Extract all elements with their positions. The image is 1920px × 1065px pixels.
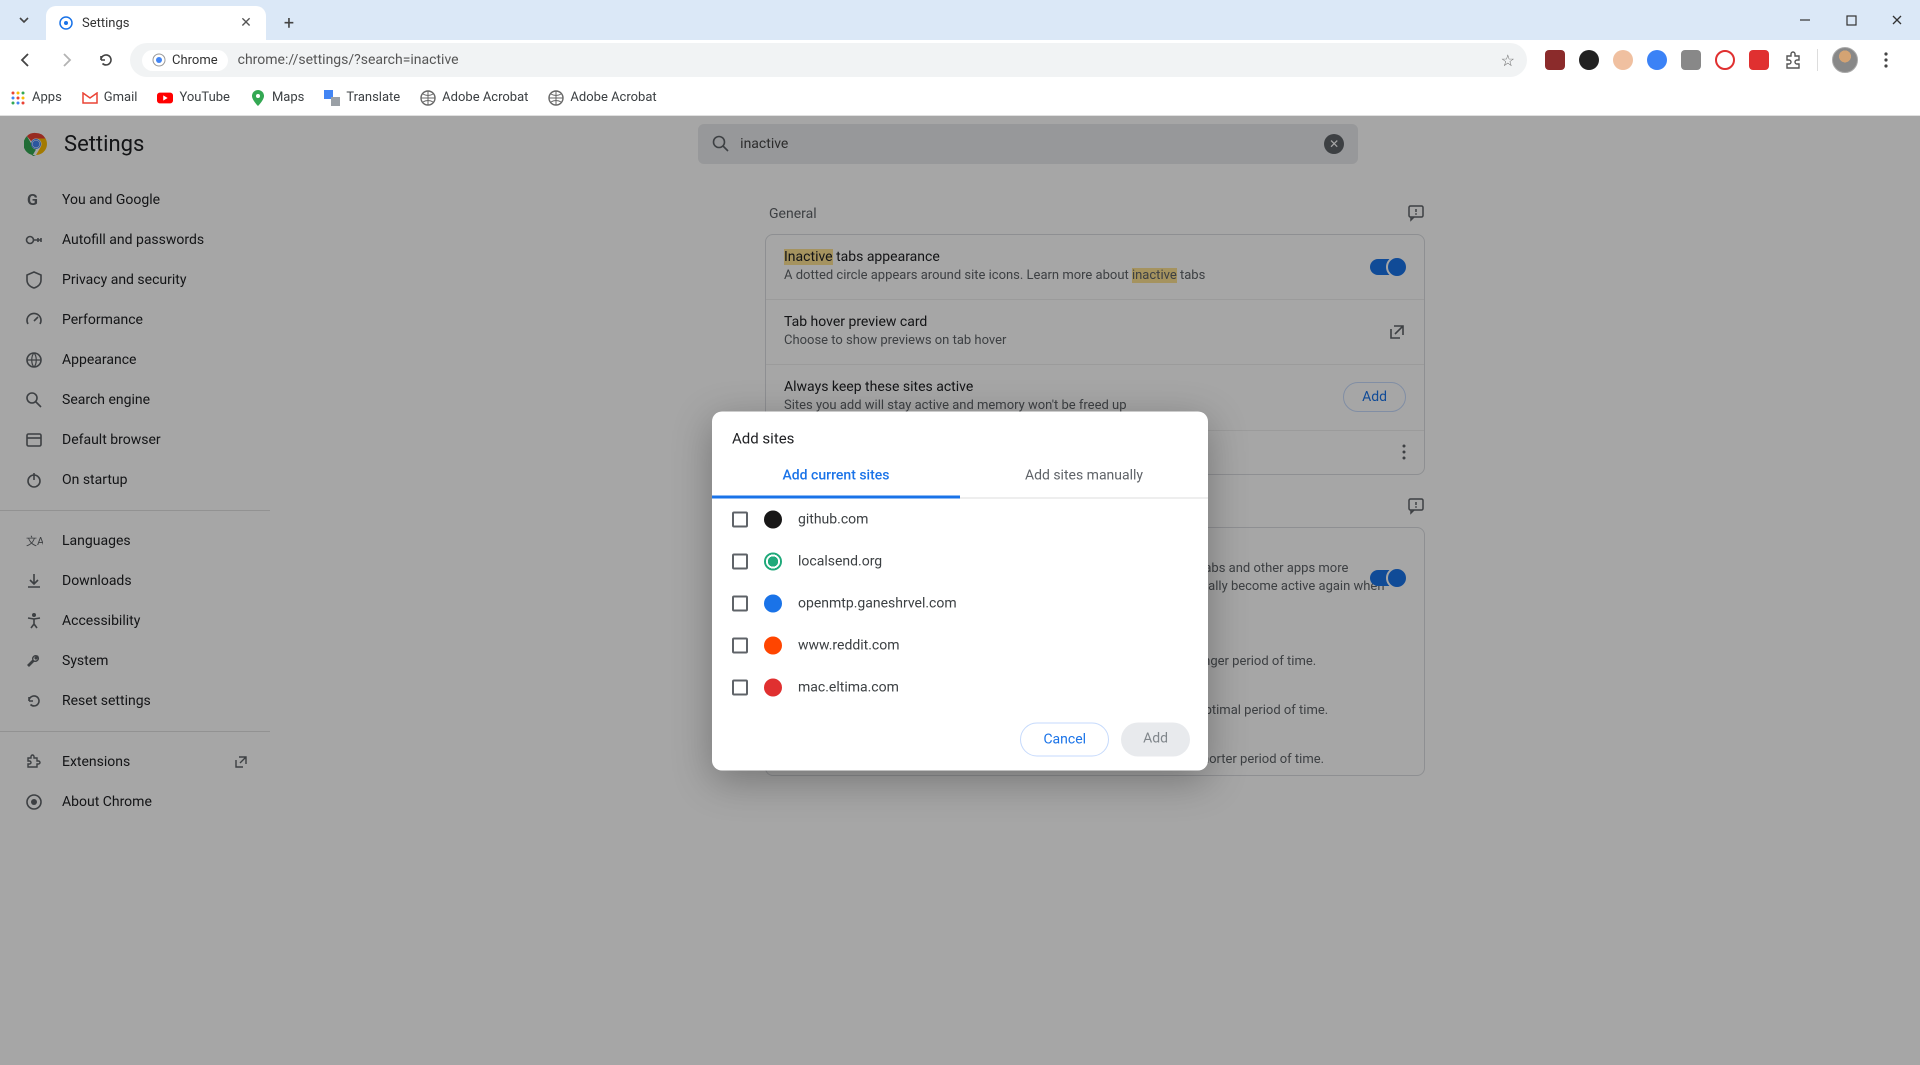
maximize-button[interactable] xyxy=(1828,0,1874,40)
checkbox[interactable] xyxy=(732,679,748,695)
extension-icon[interactable] xyxy=(1749,50,1769,70)
window-controls xyxy=(1782,0,1920,40)
site-favicon xyxy=(764,636,782,654)
checkbox[interactable] xyxy=(732,553,748,569)
close-window-button[interactable] xyxy=(1874,0,1920,40)
tab-add-current-sites[interactable]: Add current sites xyxy=(712,455,960,498)
chrome-menu-button[interactable] xyxy=(1872,46,1900,74)
new-tab-button[interactable]: + xyxy=(274,8,304,38)
site-favicon xyxy=(764,594,782,612)
bookmark-maps[interactable]: Maps xyxy=(250,90,304,106)
site-favicon xyxy=(764,678,782,696)
close-tab-icon[interactable]: ✕ xyxy=(238,15,254,31)
extension-icon[interactable] xyxy=(1681,50,1701,70)
dialog-actions: Cancel Add xyxy=(712,708,1208,770)
globe-icon xyxy=(548,90,564,106)
dialog-tabs: Add current sites Add sites manually xyxy=(712,455,1208,498)
browser-tab-active[interactable]: Settings ✕ xyxy=(46,6,266,40)
browser-toolbar: Chrome chrome://settings/?search=inactiv… xyxy=(0,40,1920,80)
extension-icon[interactable] xyxy=(1613,50,1633,70)
bookmark-star-icon[interactable]: ☆ xyxy=(1501,51,1515,70)
dialog-title: Add sites xyxy=(712,411,1208,455)
extensions-puzzle-icon[interactable] xyxy=(1783,50,1803,70)
youtube-icon xyxy=(157,90,173,106)
bookmark-adobe-acrobat[interactable]: Adobe Acrobat xyxy=(420,90,528,106)
site-favicon xyxy=(764,510,782,528)
bookmarks-bar: Apps Gmail YouTube Maps Translate Adobe … xyxy=(0,80,1920,116)
site-row[interactable]: localsend.org xyxy=(712,540,1208,582)
site-row[interactable]: www.reddit.com xyxy=(712,624,1208,666)
add-sites-dialog: Add sites Add current sites Add sites ma… xyxy=(712,411,1208,770)
gmail-icon xyxy=(82,90,98,106)
checkbox[interactable] xyxy=(732,511,748,527)
checkbox[interactable] xyxy=(732,637,748,653)
address-bar[interactable]: Chrome chrome://settings/?search=inactiv… xyxy=(130,43,1527,77)
checkbox[interactable] xyxy=(732,595,748,611)
chrome-chip-label: Chrome xyxy=(172,53,218,68)
cancel-button[interactable]: Cancel xyxy=(1020,722,1109,756)
bookmark-apps[interactable]: Apps xyxy=(10,90,62,106)
bookmark-youtube[interactable]: YouTube xyxy=(157,90,230,106)
extension-icons xyxy=(1535,46,1910,74)
tab-add-sites-manually[interactable]: Add sites manually xyxy=(960,455,1208,498)
bookmark-translate[interactable]: Translate xyxy=(324,90,400,106)
bookmark-adobe-acrobat-2[interactable]: Adobe Acrobat xyxy=(548,90,656,106)
translate-icon xyxy=(324,90,340,106)
settings-gear-icon xyxy=(58,15,74,31)
extension-icon[interactable] xyxy=(1545,50,1565,70)
extension-icon[interactable] xyxy=(1579,50,1599,70)
maps-pin-icon xyxy=(250,90,266,106)
back-button[interactable] xyxy=(10,44,42,76)
site-favicon xyxy=(764,552,782,570)
add-button[interactable]: Add xyxy=(1121,722,1190,756)
site-list[interactable]: github.com localsend.org openmtp.ganeshr… xyxy=(712,498,1208,708)
chrome-chip: Chrome xyxy=(142,50,228,71)
site-row[interactable]: openmtp.ganeshrvel.com xyxy=(712,582,1208,624)
minimize-button[interactable] xyxy=(1782,0,1828,40)
reload-button[interactable] xyxy=(90,44,122,76)
tab-title: Settings xyxy=(82,16,238,31)
bookmark-gmail[interactable]: Gmail xyxy=(82,90,138,106)
site-row[interactable]: mac.eltima.com xyxy=(712,666,1208,708)
extension-icon[interactable] xyxy=(1715,50,1735,70)
window-titlebar: Settings ✕ + xyxy=(0,0,1920,40)
extension-icon[interactable] xyxy=(1647,50,1667,70)
globe-icon xyxy=(420,90,436,106)
url-text: chrome://settings/?search=inactive xyxy=(238,52,1491,68)
content-area: Settings inactive ✕ GYou and Google Auto… xyxy=(0,116,1920,1065)
apps-grid-icon xyxy=(10,90,26,106)
tab-search-dropdown[interactable] xyxy=(6,2,42,38)
profile-avatar[interactable] xyxy=(1832,47,1858,73)
site-row[interactable]: github.com xyxy=(712,498,1208,540)
forward-button[interactable] xyxy=(50,44,82,76)
chrome-logo-icon xyxy=(152,53,166,67)
